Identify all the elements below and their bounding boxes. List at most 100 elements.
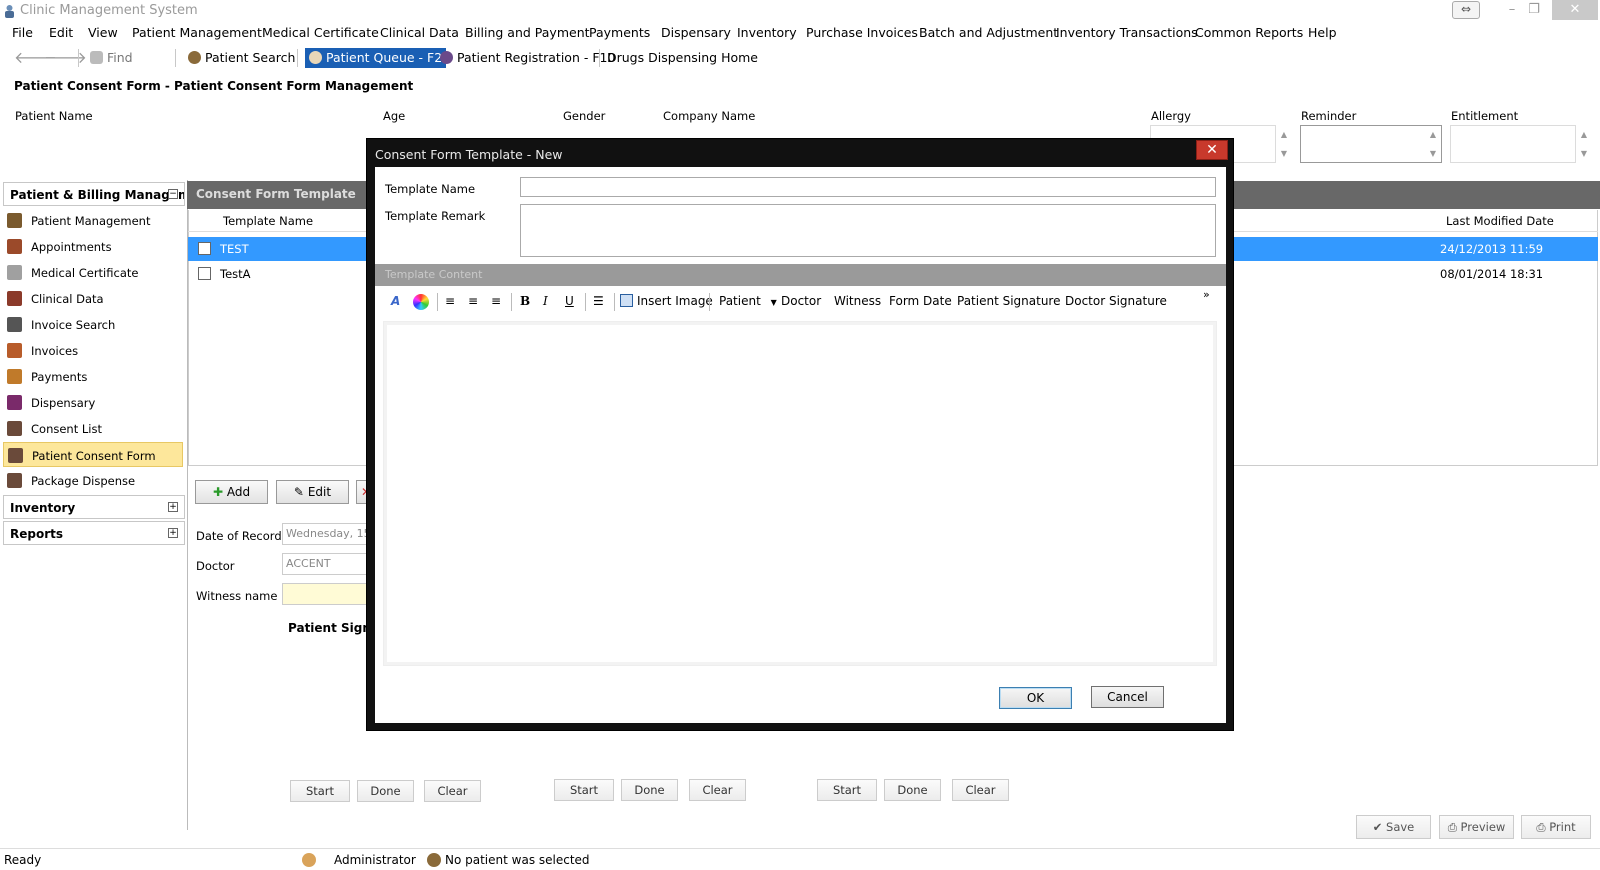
- menu-edit[interactable]: Edit: [49, 25, 73, 40]
- sidebar-item-consent-list[interactable]: Consent List: [3, 416, 183, 441]
- expand-icon[interactable]: +: [168, 528, 178, 538]
- menu-billing-and-payment[interactable]: Billing and Payment: [465, 25, 590, 40]
- menu-common-reports[interactable]: Common Reports: [1195, 25, 1303, 40]
- allergy-scroll[interactable]: ▲ ▼: [1278, 125, 1290, 163]
- insert-image-button[interactable]: Insert Image: [620, 294, 713, 308]
- clear-button[interactable]: Clear: [424, 780, 481, 802]
- doctor-signature-field-button[interactable]: Doctor Signature: [1065, 294, 1167, 308]
- entitlement-scroll[interactable]: ▲ ▼: [1578, 125, 1590, 163]
- template-name-label: Template Name: [385, 182, 476, 196]
- menu-view[interactable]: View: [88, 25, 118, 40]
- patient-queue-label: Patient Queue - F2: [326, 50, 443, 65]
- add-button[interactable]: ✚ Add: [195, 480, 268, 504]
- sidebar-group-inventory[interactable]: Inventory +: [3, 495, 185, 519]
- patient-search-button[interactable]: Patient Search: [188, 48, 295, 68]
- reminder-textarea[interactable]: [1300, 125, 1442, 163]
- collapse-icon[interactable]: −: [168, 189, 178, 199]
- menu-dispensary[interactable]: Dispensary: [661, 25, 731, 40]
- template-remark-label: Template Remark: [385, 209, 486, 223]
- doctor-field-button[interactable]: Doctor: [781, 294, 821, 308]
- menu-batch-and-adjustment[interactable]: Batch and Adjustment: [919, 25, 1058, 40]
- sidebar-item-payments[interactable]: Payments: [3, 364, 183, 389]
- printer-icon: ⎙: [1536, 820, 1546, 834]
- patient-registration-button[interactable]: Patient Registration - F10: [440, 48, 615, 68]
- save-button[interactable]: ✔ Save: [1356, 815, 1431, 839]
- find-button[interactable]: Find: [90, 48, 133, 68]
- preview-button[interactable]: ⎙ Preview: [1439, 815, 1514, 839]
- forward-arrow-icon[interactable]: 🡒: [44, 48, 87, 68]
- reminder-scroll[interactable]: ▲ ▼: [1427, 125, 1439, 163]
- menu-inventory[interactable]: Inventory: [737, 25, 797, 40]
- menu-medical-certificate[interactable]: Medical Certificate: [262, 25, 379, 40]
- sidebar-item-dispensary[interactable]: Dispensary: [3, 390, 183, 415]
- menu-clinical-data[interactable]: Clinical Data: [380, 25, 459, 40]
- start-button[interactable]: Start: [290, 780, 350, 802]
- resize-toggle-button[interactable]: ⇔: [1452, 1, 1480, 19]
- template-name-input[interactable]: [520, 177, 1216, 197]
- bold-icon[interactable]: B: [520, 294, 530, 308]
- sidebar-item-clinical-data[interactable]: Clinical Data: [3, 286, 183, 311]
- ok-button[interactable]: OK: [999, 687, 1072, 709]
- italic-icon[interactable]: I: [543, 294, 548, 308]
- more-tools-icon[interactable]: »: [1203, 288, 1210, 301]
- doctor-select[interactable]: ACCENT: [282, 553, 372, 575]
- done-button[interactable]: Done: [884, 779, 941, 801]
- row-checkbox[interactable]: [198, 267, 211, 280]
- menu-purchase-invoices[interactable]: Purchase Invoices: [806, 25, 918, 40]
- align-right-icon[interactable]: ≡: [491, 294, 501, 308]
- start-button[interactable]: Start: [817, 779, 877, 801]
- menu-patient-management[interactable]: Patient Management: [132, 25, 262, 40]
- done-button[interactable]: Done: [357, 780, 414, 802]
- clear-button[interactable]: Clear: [689, 779, 746, 801]
- template-remark-textarea[interactable]: [520, 204, 1216, 257]
- patient-field-dropdown[interactable]: Patient ▼: [719, 294, 777, 308]
- column-last-modified-date[interactable]: Last Modified Date: [1446, 214, 1554, 228]
- color-picker-icon[interactable]: [413, 294, 429, 310]
- patient-signature-field-button[interactable]: Patient Signature: [957, 294, 1061, 308]
- bullet-list-icon[interactable]: ☰: [593, 294, 604, 308]
- sidebar-item-invoice-search[interactable]: Invoice Search: [3, 312, 183, 337]
- row-checkbox[interactable]: [198, 242, 211, 255]
- sidebar-item-label: Invoice Search: [31, 318, 116, 332]
- sidebar-item-medical-certificate[interactable]: Medical Certificate: [3, 260, 183, 285]
- template-content-editor[interactable]: [383, 321, 1217, 666]
- edit-button[interactable]: ✎ Edit: [276, 480, 349, 504]
- clear-button[interactable]: Clear: [952, 779, 1009, 801]
- cancel-button[interactable]: Cancel: [1091, 686, 1164, 708]
- page-title: Patient Consent Form - Patient Consent F…: [14, 79, 414, 93]
- sidebar-group-reports[interactable]: Reports +: [3, 521, 185, 545]
- drugs-dispensing-home-button[interactable]: Drugs Dispensing Home: [607, 48, 758, 68]
- sidebar-item-invoices[interactable]: Invoices: [3, 338, 183, 363]
- align-center-icon[interactable]: ≡: [468, 294, 478, 308]
- expand-icon[interactable]: +: [168, 502, 178, 512]
- align-left-icon[interactable]: ≡: [445, 294, 455, 308]
- column-template-name[interactable]: Template Name: [223, 214, 313, 228]
- sidebar-item-package-dispense[interactable]: Package Dispense: [3, 468, 183, 493]
- sidebar-item-patient-consent-form[interactable]: Patient Consent Form: [3, 442, 183, 467]
- menu-payments[interactable]: Payments: [589, 25, 650, 40]
- start-button[interactable]: Start: [554, 779, 614, 801]
- font-icon[interactable]: A: [391, 294, 400, 308]
- witness-field-button[interactable]: Witness: [834, 294, 881, 308]
- menu-help[interactable]: Help: [1308, 25, 1337, 40]
- witness-name-input[interactable]: [282, 583, 372, 605]
- close-icon[interactable]: ✕: [1196, 140, 1228, 160]
- date-of-record-input[interactable]: Wednesday, 15: [282, 523, 372, 545]
- invoices-icon: [7, 343, 22, 358]
- entitlement-textarea[interactable]: [1450, 125, 1576, 163]
- maximize-button[interactable]: ❐: [1522, 0, 1546, 20]
- menu-inventory-transactions[interactable]: Inventory Transactions: [1056, 25, 1198, 40]
- patient-queue-button[interactable]: Patient Queue - F2: [305, 48, 447, 68]
- form-date-field-button[interactable]: Form Date: [889, 294, 952, 308]
- sidebar-item-appointments[interactable]: Appointments: [3, 234, 183, 259]
- status-user: Administrator: [334, 853, 416, 867]
- sidebar-group-patient-billing[interactable]: Patient & Billing Manageme −: [3, 182, 185, 206]
- payments-icon: [7, 369, 22, 384]
- close-window-button[interactable]: ✕: [1552, 0, 1598, 20]
- minimize-button[interactable]: –: [1500, 0, 1524, 20]
- sidebar-item-patient-management[interactable]: Patient Management: [3, 208, 183, 233]
- menu-file[interactable]: File: [12, 25, 33, 40]
- done-button[interactable]: Done: [621, 779, 678, 801]
- underline-icon[interactable]: U: [565, 294, 574, 308]
- print-button[interactable]: ⎙ Print: [1521, 815, 1591, 839]
